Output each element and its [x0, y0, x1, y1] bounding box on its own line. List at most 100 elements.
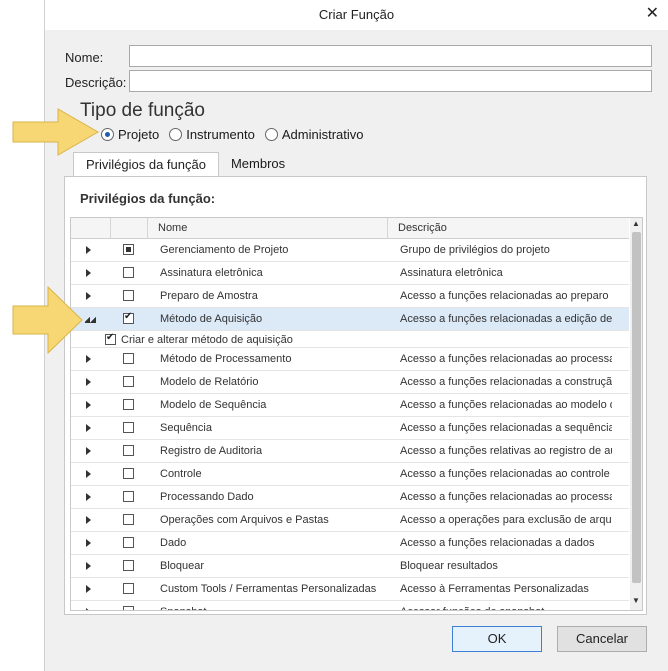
ok-button[interactable]: OK	[452, 626, 542, 652]
row-name: Método de Processamento	[160, 353, 292, 365]
tab-privileges[interactable]: Privilégios da função	[73, 152, 219, 179]
expand-icon[interactable]	[86, 608, 91, 610]
row-description: Acessar funções de snapshot	[400, 606, 612, 610]
grid-header: Nome Descrição	[71, 218, 629, 239]
expand-icon[interactable]	[86, 470, 91, 478]
tab-members[interactable]: Membros	[219, 152, 297, 176]
row-checkbox[interactable]	[123, 290, 134, 301]
row-description: Acesso a funções relacionadas ao process…	[400, 353, 612, 365]
radio-projeto[interactable]: Projeto	[101, 127, 159, 142]
radio-empty-icon	[264, 128, 278, 141]
row-name: Controle	[160, 468, 202, 480]
expand-icon[interactable]	[86, 585, 91, 593]
row-checkbox[interactable]	[123, 468, 134, 479]
row-name: Modelo de Relatório	[160, 376, 259, 388]
function-type-radio-group: Projeto Instrumento Administrativo	[101, 127, 364, 142]
row-name: Bloquear	[160, 560, 205, 572]
privileges-panel: Privilégios da função: Nome Descrição Ge…	[64, 176, 647, 615]
scroll-up-icon[interactable]: ▲	[632, 219, 640, 228]
tab-bar: Privilégios da função Membros	[73, 152, 297, 179]
table-row[interactable]: Controle Acesso a funções relacionadas ao…	[71, 463, 629, 486]
cancel-button[interactable]: Cancelar	[557, 626, 647, 652]
expand-icon[interactable]	[86, 292, 91, 300]
child-checkbox[interactable]	[105, 332, 116, 345]
table-row[interactable]: Método de Aquisição Acesso a funções rela…	[71, 308, 629, 331]
privileges-grid: Nome Descrição Gerenciamento de Projeto G…	[70, 217, 643, 611]
row-name: Processando Dado	[160, 491, 254, 503]
expand-icon[interactable]	[86, 493, 91, 501]
highlight-arrow-icon	[12, 286, 83, 354]
row-name: Dado	[160, 537, 187, 549]
header-check-column	[111, 218, 148, 238]
row-checkbox[interactable]	[123, 537, 134, 548]
expand-icon[interactable]	[86, 355, 91, 363]
row-description: Acesso a funções relacionadas ao preparo…	[400, 290, 612, 302]
row-checkbox[interactable]	[123, 606, 134, 610]
expand-icon[interactable]	[86, 378, 91, 386]
expand-icon[interactable]	[86, 539, 91, 547]
row-checkbox[interactable]	[123, 583, 134, 594]
row-name: Assinatura eletrônica	[160, 267, 263, 279]
scroll-down-icon[interactable]: ▼	[632, 596, 640, 605]
table-row[interactable]: Sequência Acesso a funções relacionadas a…	[71, 417, 629, 440]
table-row[interactable]: Preparo de Amostra Acesso a funções relac…	[71, 285, 629, 308]
table-row[interactable]: Método de Processamento Acesso a funções …	[71, 348, 629, 371]
header-expand-column	[71, 218, 111, 238]
table-row[interactable]: Bloquear Bloquear resultados	[71, 555, 629, 578]
expand-icon[interactable]	[86, 562, 91, 570]
dialog-title: Criar Função	[318, 7, 395, 22]
row-name: Preparo de Amostra	[160, 290, 258, 302]
row-checkbox[interactable]	[123, 422, 134, 433]
close-icon[interactable]: ✕	[646, 4, 659, 24]
row-checkbox[interactable]	[123, 267, 134, 278]
radio-instrumento[interactable]: Instrumento	[169, 127, 255, 142]
radio-administrativo[interactable]: Administrativo	[264, 127, 364, 142]
header-name[interactable]: Nome	[148, 218, 388, 238]
row-checkbox[interactable]	[123, 514, 134, 525]
row-checkbox[interactable]	[123, 491, 134, 502]
table-row[interactable]: Dado Acesso a funções relacionadas a dado…	[71, 532, 629, 555]
expand-icon[interactable]	[86, 401, 91, 409]
expand-icon[interactable]	[86, 447, 91, 455]
row-checkbox[interactable]	[123, 311, 134, 324]
row-checkbox[interactable]	[123, 445, 134, 456]
table-row[interactable]: Registro de Auditoria Acesso a funções re…	[71, 440, 629, 463]
table-row[interactable]: Processando Dado Acesso a funções relacio…	[71, 486, 629, 509]
table-row[interactable]: Operações com Arquivos e Pastas Acesso a …	[71, 509, 629, 532]
expand-icon[interactable]	[86, 424, 91, 432]
row-description: Bloquear resultados	[400, 560, 498, 572]
row-name: Operações com Arquivos e Pastas	[160, 514, 329, 526]
highlight-arrow-icon	[12, 108, 100, 156]
scrollbar-thumb[interactable]	[632, 232, 641, 583]
collapse-icon[interactable]	[85, 317, 96, 323]
name-field[interactable]	[129, 45, 652, 67]
row-description: Acesso a funções relacionadas ao process…	[400, 491, 612, 503]
expand-icon[interactable]	[86, 269, 91, 277]
row-checkbox[interactable]	[123, 244, 134, 255]
table-row[interactable]: Custom Tools / Ferramentas Personalizada…	[71, 578, 629, 601]
child-row[interactable]: Criar e alterar método de aquisição	[71, 331, 629, 348]
radio-empty-icon	[169, 128, 183, 141]
table-row[interactable]: Snapshot Acessar funções de snapshot	[71, 601, 629, 610]
description-field[interactable]	[129, 70, 652, 92]
vertical-scrollbar[interactable]: ▲ ▼	[630, 218, 642, 610]
table-row[interactable]: Assinatura eletrônica Assinatura eletrôni…	[71, 262, 629, 285]
child-label: Criar e alterar método de aquisição	[121, 334, 293, 346]
header-description[interactable]: Descrição	[388, 218, 629, 238]
panel-title: Privilégios da função:	[80, 191, 216, 206]
table-row[interactable]: Modelo de Relatório Acesso a funções rela…	[71, 371, 629, 394]
row-checkbox[interactable]	[123, 376, 134, 387]
row-description: Acesso a funções relacionadas ao modelo …	[400, 399, 612, 411]
row-name: Snapshot	[160, 606, 206, 610]
table-row[interactable]: Modelo de Sequência Acesso a funções rela…	[71, 394, 629, 417]
row-checkbox[interactable]	[123, 560, 134, 571]
row-checkbox[interactable]	[123, 353, 134, 364]
expand-icon[interactable]	[86, 246, 91, 254]
expand-icon[interactable]	[86, 516, 91, 524]
row-checkbox[interactable]	[123, 399, 134, 410]
row-name: Custom Tools / Ferramentas Personalizada…	[160, 583, 377, 595]
radio-label-projeto: Projeto	[118, 127, 160, 142]
radio-label-administrativo: Administrativo	[281, 127, 364, 142]
table-row[interactable]: Gerenciamento de Projeto Grupo de privilé…	[71, 239, 629, 262]
row-description: Acesso a funções relacionadas a edição d…	[400, 313, 612, 325]
